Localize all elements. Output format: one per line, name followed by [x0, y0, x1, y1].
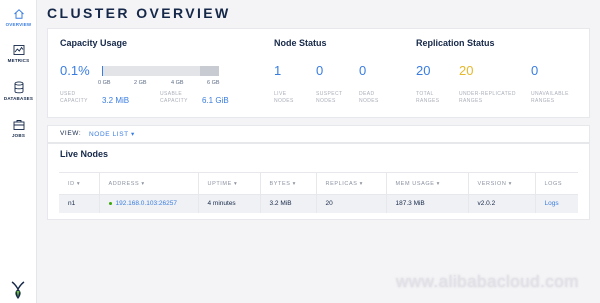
cell-mem-usage: 187.3 MiB: [386, 194, 469, 213]
page-title: CLUSTER OVERVIEW: [47, 5, 231, 21]
suspect-nodes-label: SUSPECT NODES: [316, 91, 343, 104]
cockroach-logo-icon: [11, 281, 25, 299]
live-nodes-table: ID ▾ ADDRESS ▾ UPTIME ▾ BYTES ▾ REPLICAS…: [59, 172, 578, 213]
view-label: VIEW:: [60, 130, 82, 137]
metrics-icon: [13, 45, 24, 55]
usable-capacity-value: 6.1 GiB: [202, 96, 229, 105]
nav-metrics[interactable]: METRICS: [0, 44, 37, 63]
nav-overview[interactable]: OVERVIEW: [0, 8, 37, 27]
home-icon: [13, 9, 24, 19]
column-header-address[interactable]: ADDRESS ▾: [99, 172, 199, 195]
cell-logs: Logs: [535, 194, 578, 213]
column-header-logs: LOGS: [535, 172, 578, 195]
replication-heading: Replication Status: [416, 38, 495, 48]
capacity-bar-available: [200, 66, 219, 76]
unavailable-ranges-label: UNAVAILABLE RANGES: [531, 91, 569, 104]
live-nodes-label: LIVE NODES: [274, 91, 294, 104]
cell-version: v2.0.2: [468, 194, 536, 213]
database-icon: [14, 81, 23, 94]
column-header-id[interactable]: ID ▾: [59, 172, 100, 195]
cell-address: 192.168.0.103:26257: [99, 194, 199, 213]
node-status-heading: Node Status: [274, 38, 327, 48]
nav-metrics-label: METRICS: [7, 58, 30, 63]
column-header-replicas[interactable]: REPLICAS ▾: [316, 172, 387, 195]
capacity-tick: 0 GB: [98, 80, 111, 86]
view-select-dropdown[interactable]: NODE LIST ▾: [89, 130, 135, 138]
table-row: n1 192.168.0.103:26257 4 minutes 3.2 MiB…: [59, 194, 578, 213]
suspect-nodes-count: 0: [316, 63, 324, 78]
capacity-bar-used: [102, 66, 103, 76]
nav-databases[interactable]: DATABASES: [0, 81, 37, 101]
cell-replicas: 20: [316, 194, 387, 213]
logs-link[interactable]: Logs: [545, 200, 559, 207]
capacity-tick: 4 GB: [171, 80, 184, 86]
column-header-uptime[interactable]: UPTIME ▾: [198, 172, 261, 195]
cell-bytes: 3.2 MiB: [260, 194, 317, 213]
column-header-version[interactable]: VERSION ▾: [468, 172, 536, 195]
column-header-mem-usage[interactable]: MEM USAGE ▾: [386, 172, 469, 195]
dead-nodes-label: DEAD NODES: [359, 91, 379, 104]
nav-databases-label: DATABASES: [3, 96, 34, 101]
dead-nodes-count: 0: [359, 63, 367, 78]
nav-jobs[interactable]: JOBS: [0, 119, 37, 138]
total-ranges-count: 20: [416, 63, 431, 78]
watermark: www.alibabacloud.com: [396, 272, 579, 291]
used-capacity-value: 3.2 MiB: [102, 96, 130, 105]
capacity-tick: 2 GB: [134, 80, 147, 86]
column-header-bytes[interactable]: BYTES ▾: [260, 172, 317, 195]
total-ranges-label: TOTAL RANGES: [416, 91, 440, 104]
capacity-percent: 0.1%: [60, 63, 90, 78]
used-capacity-label: USED CAPACITY: [60, 91, 88, 104]
capacity-heading: Capacity Usage: [60, 38, 128, 48]
node-address-text: 192.168.0.103:26257: [115, 200, 177, 208]
table-header-row: ID ▾ ADDRESS ▾ UPTIME ▾ BYTES ▾ REPLICAS…: [59, 172, 578, 195]
under-replicated-count: 20: [459, 63, 474, 78]
jobs-icon: [13, 120, 24, 130]
cell-uptime: 4 minutes: [198, 194, 261, 213]
cell-id: n1: [59, 194, 100, 213]
live-status-dot: [108, 202, 112, 206]
unavailable-ranges-count: 0: [531, 63, 539, 78]
sidebar: OVERVIEW METRICS DATABASES JOBS: [0, 0, 37, 303]
capacity-tick: 6 GB: [207, 80, 220, 86]
usable-capacity-label: USABLE CAPACITY: [160, 91, 188, 104]
nav-jobs-label: JOBS: [11, 133, 26, 138]
under-replicated-label: UNDER-REPLICATED RANGES: [459, 91, 516, 104]
live-nodes-count: 1: [274, 63, 282, 78]
nav-overview-label: OVERVIEW: [5, 22, 32, 27]
live-nodes-title: Live Nodes: [60, 149, 109, 159]
